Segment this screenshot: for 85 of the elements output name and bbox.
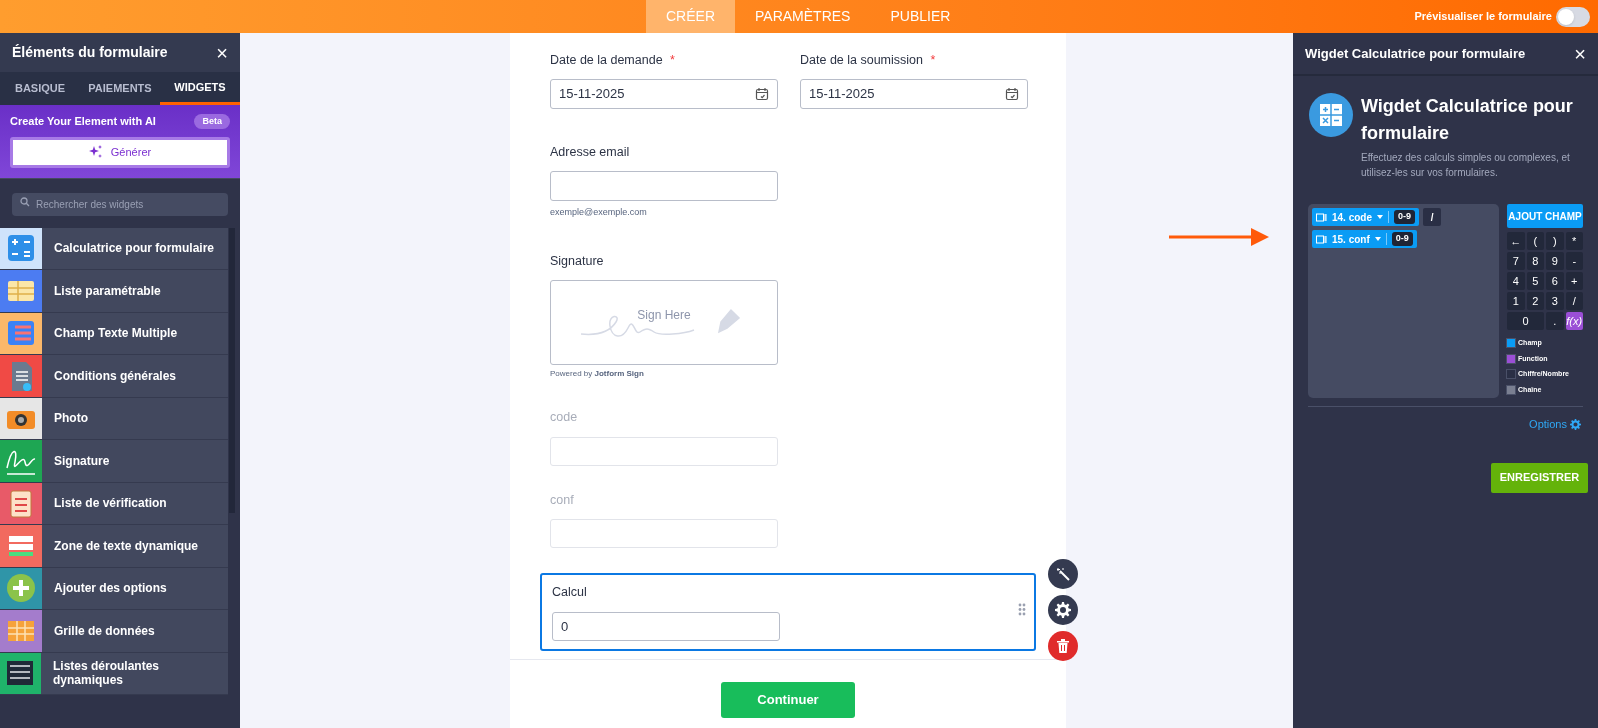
widget-description: Effectuez des calculs simples ou complexes, et utilisez-les sur vos formulaires. [1361,151,1571,180]
text-field[interactable] [550,519,778,549]
panel-tab[interactable]: PAIEMENTS [80,72,160,105]
calendar-icon [1005,86,1019,101]
field-label: Date de la demande * [550,52,676,69]
widget-item[interactable]: Grille de données [0,610,228,653]
text-field[interactable] [550,436,778,466]
formula-area[interactable]: 14. code 0-9 / 15. conf 0-9 [1308,204,1500,398]
generate-button[interactable]: Générer [10,136,230,168]
field-icon [1316,212,1327,222]
calendar-icon [755,86,769,101]
close-button[interactable]: × [216,42,228,63]
field-label: Adresse email [550,143,631,161]
settings-icon [1570,418,1581,430]
operator-token[interactable]: / [1423,208,1442,226]
widget-item[interactable]: Champ Texte Multiple [0,312,228,355]
keypad-key[interactable]: 5 [1526,272,1544,290]
calculator-icon [6,233,36,264]
options-link[interactable]: Options [1529,416,1581,433]
keypad-key[interactable]: / [1565,292,1583,310]
keypad-key[interactable]: 2 [1526,292,1544,310]
field-icon [1316,234,1327,244]
close-button[interactable]: × [1574,43,1586,64]
field-label: Calcul [552,584,588,602]
field-label: Signature [550,253,605,270]
field-label: conf [550,491,575,509]
arrow-icon [1169,228,1269,246]
keypad-key[interactable]: - [1565,252,1583,270]
settings-icon [1055,602,1071,619]
widget-item[interactable]: Listes déroulantes dynamiques [0,652,228,695]
widget-item[interactable]: Liste paramétrable [0,270,228,313]
keypad-key[interactable]: . [1546,312,1564,330]
keypad-key[interactable]: 9 [1546,252,1564,270]
keypad-key[interactable]: 3 [1546,292,1564,310]
magic-wand-button[interactable] [1048,559,1078,590]
keypad-key[interactable]: * [1565,232,1583,250]
keypad-key[interactable]: 7 [1507,252,1525,270]
keypad-key[interactable]: f(x) [1565,312,1583,330]
date-field[interactable]: 15-11-2025 [800,78,1028,109]
field-token[interactable]: 15. conf 0-9 [1312,230,1417,248]
sparkle-icon [88,145,103,159]
keypad-key[interactable]: ← [1507,232,1525,250]
widget-heading: Wigdet Calculatrice pour formulaire [1361,95,1574,145]
preview-toggle[interactable] [1556,6,1590,27]
scrollbar[interactable] [229,227,235,513]
field-label: Date de la soumission * [800,52,937,69]
search-icon [20,197,30,207]
trash-icon [1057,639,1069,654]
search-field[interactable]: Rechercher des widgets [12,192,228,216]
magic-wand-icon [1056,567,1070,582]
field-hint: exemple@exemple.com [550,205,648,219]
widget-item[interactable]: Signature [0,440,228,483]
delete-button[interactable] [1048,631,1078,662]
preview-label: Prévisualiser le formulaire [1414,9,1552,25]
caret-icon[interactable] [1374,237,1381,241]
powered-by: Powered by Jotform Sign [550,367,645,380]
keypad-key[interactable]: + [1565,272,1583,290]
field-token[interactable]: 14. code 0-9 [1312,208,1420,226]
text-field[interactable]: 0 [552,612,780,641]
widget-item[interactable]: Zone de texte dynamique [0,525,228,568]
ai-title: Create Your Element with AI [10,114,156,129]
keypad-key[interactable]: 6 [1546,272,1564,290]
widget-item[interactable]: Liste de vérification [0,482,228,525]
panel-tab[interactable]: BASIQUE [0,72,80,105]
beta-badge: Beta [194,113,230,129]
email-field[interactable] [550,170,778,201]
calculator-icon [1309,93,1353,137]
keypad-key[interactable]: ( [1526,232,1544,250]
keypad-key[interactable]: 1 [1507,292,1525,310]
caret-icon[interactable] [1377,215,1384,219]
panel-title: Éléments du formulaire [12,43,168,62]
keypad-key[interactable]: 4 [1507,272,1525,290]
panel-title: Wigdet Calculatrice pour formulaire [1305,44,1526,63]
widget-item[interactable]: Calculatrice pour formulaire [0,227,228,270]
date-field[interactable]: 15-11-2025 [550,78,778,109]
widget-item[interactable]: Photo [0,397,228,440]
field-label: code [550,408,579,426]
keypad-key[interactable]: ) [1546,232,1564,250]
widget-item[interactable]: Conditions générales [0,355,228,398]
plus-icon [6,573,36,604]
keypad-key[interactable]: 0 [1507,312,1544,330]
drag-handle-icon[interactable] [1018,603,1026,617]
keypad-key[interactable]: 8 [1526,252,1544,270]
widget-item[interactable]: Ajouter des options [0,567,228,610]
settings-button[interactable] [1048,595,1078,626]
